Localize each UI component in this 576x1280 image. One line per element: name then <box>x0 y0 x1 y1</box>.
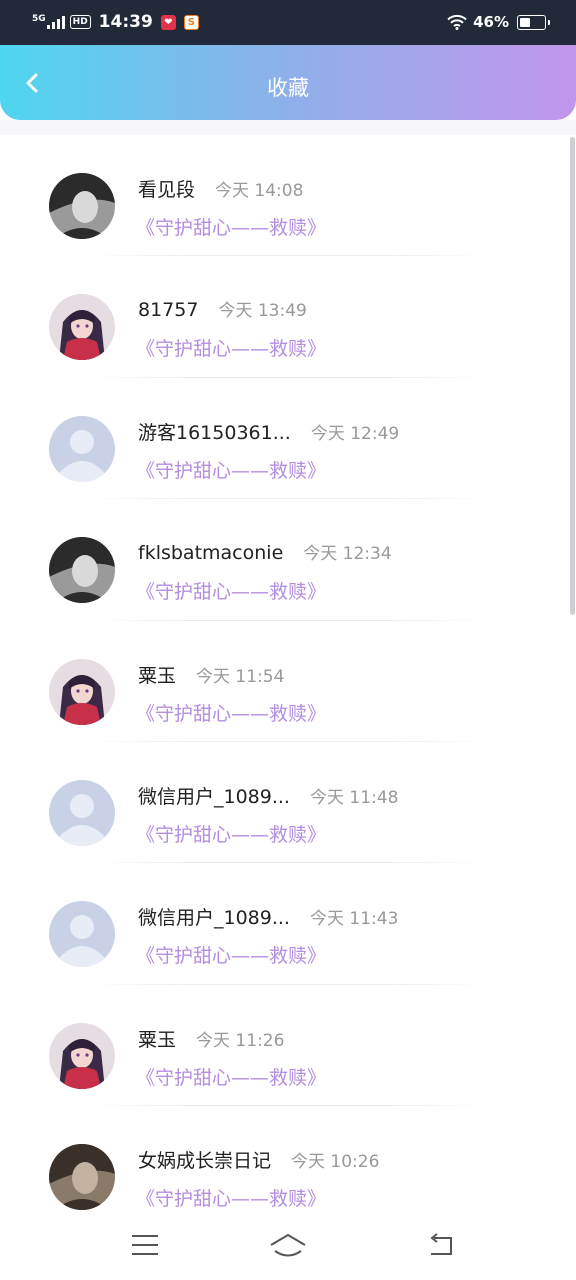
default-avatar-art <box>49 779 115 846</box>
menu-button[interactable] <box>125 1228 165 1262</box>
battery-icon <box>517 14 550 30</box>
user-name[interactable]: 粟玉 <box>138 661 176 688</box>
anime-avatar-art <box>49 658 115 725</box>
photo-avatar-art <box>49 1144 115 1210</box>
header-bar: 收藏 <box>0 45 576 120</box>
anime-avatar-art <box>49 294 115 361</box>
work-title-link[interactable]: 《守护甜心——救赎》 <box>136 1063 326 1090</box>
avatar[interactable] <box>49 294 115 361</box>
list-item[interactable]: 看见段 今天 14:08 《守护甜心——救赎》 <box>0 135 576 257</box>
wifi-icon <box>447 14 467 30</box>
orange-app-icon: S <box>183 14 199 30</box>
list-item[interactable]: fklsbatmaconie 今天 12:34 《守护甜心——救赎》 <box>0 499 576 621</box>
timestamp: 今天 11:43 <box>309 909 399 930</box>
list-item[interactable]: 81757 今天 13:49 《守护甜心——救赎》 <box>0 256 576 378</box>
name-row: fklsbatmaconie 今天 12:34 <box>138 539 392 564</box>
system-nav-bar <box>0 1210 576 1280</box>
avatar[interactable] <box>49 901 115 968</box>
battery-percent: 46% <box>473 13 509 31</box>
timestamp: 今天 12:49 <box>310 423 400 444</box>
name-row: 粟玉 今天 11:54 <box>138 661 284 688</box>
name-row: 81757 今天 13:49 <box>138 296 307 321</box>
photo-avatar-art <box>49 537 115 604</box>
timestamp: 今天 10:26 <box>291 1152 380 1173</box>
hd-icon: HD <box>69 15 91 29</box>
back-arrow-icon <box>430 1233 452 1255</box>
status-bar: 5G HD 14:39 ❤ S 46% <box>0 0 576 45</box>
status-bar-right: 46% <box>447 10 550 34</box>
battery-level <box>520 17 530 27</box>
list-item[interactable]: 微信用户_1089... 今天 11:48 《守护甜心——救赎》 <box>0 742 576 864</box>
avatar[interactable] <box>49 1144 115 1210</box>
list-item[interactable]: 游客16150361... 今天 12:49 《守护甜心——救赎》 <box>0 378 576 500</box>
home-button[interactable] <box>268 1228 308 1262</box>
user-name[interactable]: 看见段 <box>138 175 195 202</box>
name-row: 微信用户_1089... 今天 11:43 <box>138 903 398 930</box>
work-title-link[interactable]: 《守护甜心——救赎》 <box>136 941 326 968</box>
work-title-link[interactable]: 《守护甜心——救赎》 <box>136 456 326 483</box>
default-avatar-art <box>49 901 115 968</box>
page-title: 收藏 <box>267 76 309 100</box>
work-title-link[interactable]: 《守护甜心——救赎》 <box>136 334 326 361</box>
network-type: 5G <box>32 14 46 24</box>
user-name[interactable]: 微信用户_1089... <box>138 903 290 930</box>
timestamp: 今天 11:26 <box>196 1030 285 1051</box>
list-item[interactable]: 微信用户_1089... 今天 11:43 《守护甜心——救赎》 <box>0 863 576 985</box>
default-avatar-art <box>49 415 115 482</box>
user-name[interactable]: 81757 <box>138 299 198 321</box>
timestamp: 今天 14:08 <box>215 181 304 201</box>
status-time: 14:39 <box>98 12 153 32</box>
list-item[interactable]: 粟玉 今天 11:26 《守护甜心——救赎》 <box>0 985 576 1107</box>
list-item[interactable]: 粟玉 今天 11:54 《守护甜心——救赎》 <box>0 621 576 742</box>
work-title-link[interactable]: 《守护甜心——救赎》 <box>136 820 326 847</box>
timestamp: 今天 13:49 <box>218 301 307 322</box>
name-row: 微信用户_1089... 今天 11:48 <box>138 782 398 809</box>
work-title-link[interactable]: 《守护甜心——救赎》 <box>136 577 326 604</box>
avatar[interactable] <box>49 415 115 482</box>
favorites-list[interactable]: 看见段 今天 14:08 《守护甜心——救赎》 81757 今天 13:49 《守护甜心—… <box>0 135 576 1210</box>
avatar[interactable] <box>49 1022 115 1089</box>
header-gap <box>0 120 576 135</box>
status-bar-left: 5G HD 14:39 ❤ S <box>32 10 199 34</box>
user-name[interactable]: 游客16150361... <box>138 418 291 445</box>
work-title-link[interactable]: 《守护甜心——救赎》 <box>136 213 326 240</box>
red-app-icon: ❤ <box>160 14 176 30</box>
scrollbar[interactable] <box>570 137 575 615</box>
timestamp: 今天 11:48 <box>309 787 399 808</box>
name-row: 游客16150361... 今天 12:49 <box>138 418 399 445</box>
user-name[interactable]: 微信用户_1089... <box>138 782 290 809</box>
menu-icon <box>132 1235 158 1255</box>
signal-icon <box>46 15 65 29</box>
name-row: 女娲成长崇日记 今天 10:26 <box>138 1146 379 1173</box>
avatar[interactable] <box>49 537 115 604</box>
home-icon <box>270 1234 306 1257</box>
timestamp: 今天 12:34 <box>303 544 392 565</box>
avatar[interactable] <box>49 658 115 725</box>
user-name[interactable]: 女娲成长崇日记 <box>138 1146 271 1173</box>
battery-tip <box>548 19 550 25</box>
user-name[interactable]: fklsbatmaconie <box>138 542 283 564</box>
timestamp: 今天 11:54 <box>196 666 285 687</box>
name-row: 看见段 今天 14:08 <box>138 175 303 202</box>
user-name[interactable]: 粟玉 <box>138 1025 176 1052</box>
photo-avatar-art <box>49 173 115 239</box>
anime-avatar-art <box>49 1022 115 1089</box>
avatar[interactable] <box>49 779 115 846</box>
work-title-link[interactable]: 《守护甜心——救赎》 <box>136 699 326 726</box>
list-item[interactable]: 女娲成长崇日记 今天 10:26 《守护甜心——救赎》 <box>0 1106 576 1210</box>
name-row: 粟玉 今天 11:26 <box>138 1025 284 1052</box>
back-nav-button[interactable] <box>420 1228 460 1262</box>
avatar[interactable] <box>49 173 115 239</box>
work-title-link[interactable]: 《守护甜心——救赎》 <box>136 1184 326 1210</box>
